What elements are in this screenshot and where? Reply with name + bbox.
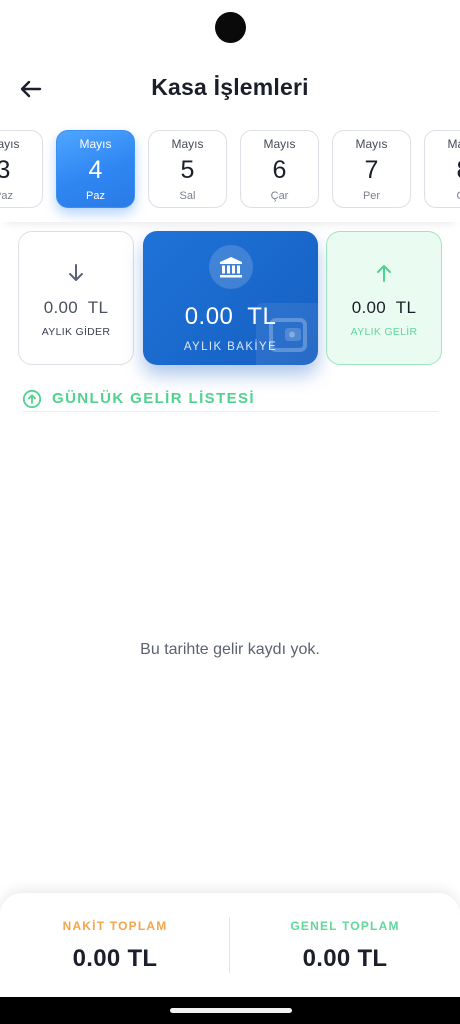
monthly-balance-card[interactable]: 0.00 TL AYLIK BAKİYE: [143, 231, 318, 365]
date-month: Mayıs: [0, 137, 20, 151]
date-month: Mayıs: [171, 137, 204, 151]
date-card-may-5[interactable]: Mayıs 5 Sal: [148, 130, 227, 208]
monthly-income-amount: 0.00 TL: [351, 298, 417, 317]
app-header: Kasa İşlemleri: [0, 64, 460, 112]
bank-icon: [208, 245, 253, 289]
monthly-income-label: AYLIK GELİR: [350, 326, 418, 338]
date-month: Mayıs: [447, 137, 460, 151]
date-weekday: Çar: [270, 190, 289, 202]
general-total-label: GENEL TOPLAM: [290, 919, 400, 933]
date-card-may-6[interactable]: Mayıs 6 Çar: [240, 130, 319, 208]
totals-panel: NAKİT TOPLAM 0.00 TL GENEL TOPLAM 0.00 T…: [0, 893, 460, 997]
date-month: Mayıs: [355, 137, 388, 151]
camera-cutout: [215, 12, 246, 43]
date-selector[interactable]: Mayıs 3 Paz Mayıs 4 Paz Mayıs 5 Sal Mayı…: [0, 118, 460, 222]
cash-total-label: NAKİT TOPLAM: [62, 919, 168, 933]
date-weekday: Per: [362, 190, 381, 202]
arrow-up-circle-icon: [22, 389, 42, 408]
monthly-expense-amount: 0.00 TL: [43, 298, 109, 317]
general-total: GENEL TOPLAM 0.00 TL: [230, 919, 460, 973]
arrow-up-icon: [373, 262, 395, 284]
date-card-may-4-selected[interactable]: Mayıs 4 Paz: [56, 130, 135, 208]
date-card-may-3[interactable]: Mayıs 3 Paz: [0, 130, 43, 208]
date-weekday: Sal: [179, 190, 196, 202]
date-day: 8: [457, 158, 460, 183]
cash-total: NAKİT TOPLAM 0.00 TL: [0, 919, 230, 973]
general-total-value: 0.00 TL: [302, 945, 388, 972]
date-day: 7: [364, 156, 379, 184]
date-day: 5: [180, 156, 195, 184]
monthly-expense-card[interactable]: 0.00 TL AYLIK GİDER: [18, 231, 134, 365]
date-day: 4: [88, 156, 103, 184]
date-weekday: Cu: [456, 190, 460, 202]
date-card-may-8[interactable]: Mayıs 8 Cu: [424, 130, 460, 208]
date-weekday: Paz: [0, 190, 13, 202]
system-navigation-bar: [0, 997, 460, 1024]
empty-state-message: Bu tarihte gelir kaydı yok.: [140, 641, 320, 658]
home-indicator[interactable]: [170, 1008, 292, 1013]
monthly-income-card[interactable]: 0.00 TL AYLIK GELİR: [326, 231, 442, 365]
section-title: GÜNLÜK GELİR LİSTESİ: [52, 390, 256, 407]
date-weekday: Paz: [86, 190, 105, 202]
date-month: Mayıs: [79, 137, 112, 151]
cash-total-value: 0.00 TL: [72, 945, 158, 972]
date-card-may-7[interactable]: Mayıs 7 Per: [332, 130, 411, 208]
date-month: Mayıs: [263, 137, 296, 151]
date-day: 6: [272, 156, 287, 184]
daily-income-section-header: GÜNLÜK GELİR LİSTESİ: [22, 386, 438, 412]
page-title: Kasa İşlemleri: [151, 74, 309, 100]
monthly-expense-label: AYLIK GİDER: [41, 326, 111, 338]
date-day: 3: [0, 156, 11, 184]
wallet-icon: [256, 303, 318, 365]
arrow-down-icon: [65, 262, 87, 284]
